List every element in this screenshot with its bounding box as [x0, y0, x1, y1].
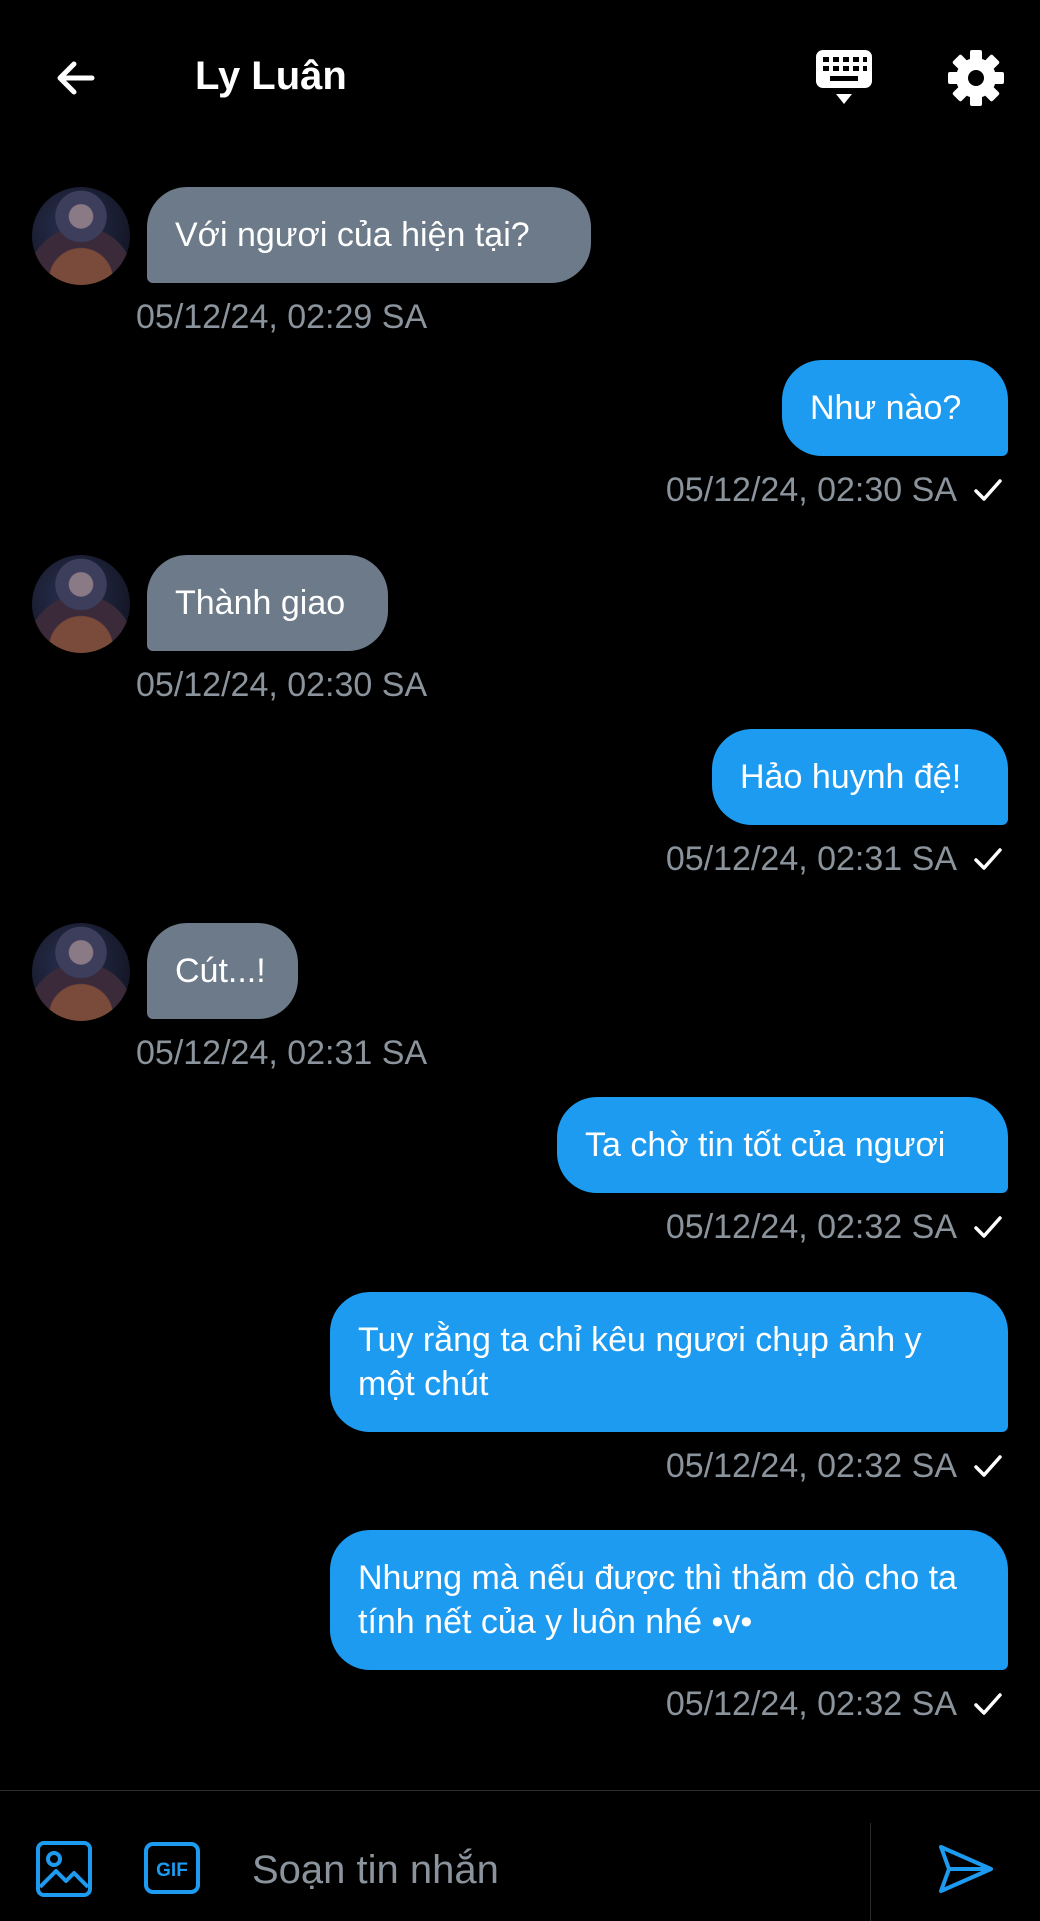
message-timestamp: 05/12/24, 02:32 SA: [665, 1685, 957, 1723]
message-timestamp: 05/12/24, 02:32 SA: [665, 1208, 957, 1246]
keyboard-toggle-button[interactable]: [812, 46, 876, 110]
message-text: Như nào?: [810, 389, 962, 427]
outgoing-message-bubble[interactable]: Ta chờ tin tốt của ngươi: [557, 1097, 1008, 1193]
message-timestamp: 05/12/24, 02:30 SA: [136, 666, 428, 704]
avatar[interactable]: [32, 187, 130, 285]
chat-header: Ly Luân: [0, 0, 1040, 150]
message-text: Cút...!: [175, 952, 266, 990]
send-icon: [939, 1845, 993, 1893]
sent-check-icon: [974, 848, 1002, 870]
message-input[interactable]: [250, 1831, 854, 1909]
message-text: Ta chờ tin tốt của ngươi: [585, 1126, 946, 1164]
composer-bar: GIF: [0, 1790, 1040, 1921]
message-timestamp: 05/12/24, 02:32 SA: [665, 1447, 957, 1485]
avatar[interactable]: [32, 923, 130, 1021]
back-button[interactable]: [44, 46, 108, 110]
arrow-left-icon: [57, 61, 95, 95]
gear-icon: [948, 50, 1004, 106]
incoming-message-bubble[interactable]: Thành giao: [147, 555, 388, 651]
send-button[interactable]: [935, 1839, 995, 1899]
message-timestamp: 05/12/24, 02:30 SA: [665, 471, 957, 509]
image-icon: [36, 1841, 92, 1897]
add-gif-button[interactable]: GIF: [143, 1841, 201, 1895]
gif-label: GIF: [156, 1860, 188, 1881]
message-timestamp: 05/12/24, 02:29 SA: [136, 298, 428, 336]
add-image-button[interactable]: [34, 1839, 94, 1899]
outgoing-message-bubble[interactable]: Hảo huynh đệ!: [712, 729, 1008, 825]
outgoing-message-bubble[interactable]: Như nào?: [782, 360, 1008, 456]
conversation-title: Ly Luân: [195, 54, 347, 98]
gif-icon: GIF: [144, 1842, 200, 1894]
avatar[interactable]: [32, 555, 130, 653]
message-text: Nhưng mà nếu được thì thăm dò cho ta tín…: [358, 1559, 957, 1641]
message-timestamp: 05/12/24, 02:31 SA: [136, 1034, 428, 1072]
divider: [870, 1823, 871, 1921]
message-text: Hảo huynh đệ!: [740, 758, 962, 796]
outgoing-message-bubble[interactable]: Tuy rằng ta chỉ kêu ngươi chụp ảnh y một…: [330, 1292, 1008, 1432]
incoming-message-bubble[interactable]: Cút...!: [147, 923, 298, 1019]
keyboard-icon: [816, 50, 872, 104]
sent-check-icon: [974, 479, 1002, 501]
sent-check-icon: [974, 1455, 1002, 1477]
settings-button[interactable]: [944, 46, 1008, 110]
message-text: Tuy rằng ta chỉ kêu ngươi chụp ảnh y một…: [358, 1321, 922, 1403]
incoming-message-bubble[interactable]: Với ngươi của hiện tại?: [147, 187, 591, 283]
outgoing-message-bubble[interactable]: Nhưng mà nếu được thì thăm dò cho ta tín…: [330, 1530, 1008, 1670]
message-text: Với ngươi của hiện tại?: [175, 216, 530, 254]
message-timestamp: 05/12/24, 02:31 SA: [665, 840, 957, 878]
sent-check-icon: [974, 1216, 1002, 1238]
message-text: Thành giao: [175, 584, 346, 622]
sent-check-icon: [974, 1693, 1002, 1715]
